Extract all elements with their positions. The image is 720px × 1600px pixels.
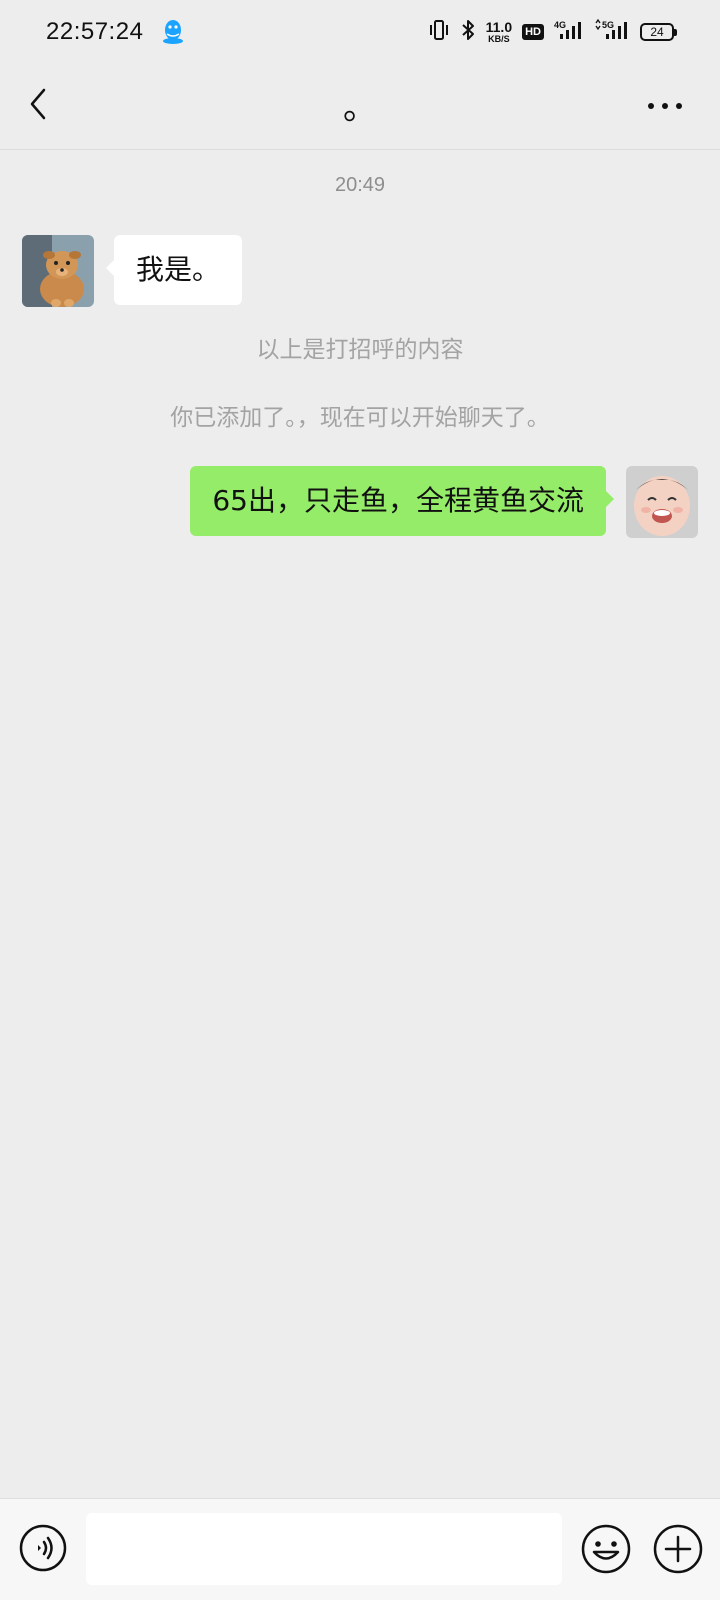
- input-bar: [0, 1498, 720, 1600]
- my-avatar[interactable]: [626, 466, 698, 538]
- voice-input-button[interactable]: [18, 1523, 68, 1573]
- dog-avatar-image: [22, 235, 94, 307]
- nav-bar: 。: [0, 64, 720, 150]
- more-options-button[interactable]: [640, 90, 690, 122]
- more-functions-button[interactable]: [652, 1523, 704, 1575]
- incoming-message-bubble[interactable]: 我是。: [105, 235, 243, 305]
- signal-5g-label: 5G: [602, 20, 614, 30]
- status-time: 22:57:24: [46, 18, 144, 45]
- qq-penguin-icon: [161, 19, 185, 45]
- network-speed-unit: KB/S: [488, 34, 510, 44]
- baby-avatar-image: [626, 466, 698, 538]
- more-dots-icon: [648, 103, 682, 109]
- battery-indicator: 24: [640, 23, 677, 41]
- outgoing-message-text: 65出，只走鱼，全程黄鱼交流: [212, 484, 584, 517]
- system-note-greeting: 以上是打招呼的内容: [256, 337, 464, 363]
- emoji-icon: [581, 1524, 631, 1574]
- status-icons: 11.0 KB/S HD 4G 5G 24: [428, 18, 677, 45]
- incoming-message-text: 我是。: [136, 253, 221, 286]
- outgoing-message-bubble[interactable]: 65出，只走鱼，全程黄鱼交流: [190, 466, 614, 536]
- voice-icon: [19, 1524, 67, 1572]
- signal-5g-icon: 5G: [594, 18, 630, 45]
- chat-title: 。: [343, 88, 377, 128]
- chat-screen: 22:57:24 11.0 KB/S HD 4G 5G 24 。 20:49 我…: [0, 0, 720, 1600]
- system-note-added: 你已添加了。，现在可以开始聊天了。: [170, 405, 550, 431]
- status-bar: 22:57:24 11.0 KB/S HD 4G 5G 24: [0, 0, 720, 64]
- signal-4g-label: 4G: [554, 20, 566, 30]
- bluetooth-icon: [460, 19, 476, 45]
- hd-badge: HD: [522, 24, 544, 40]
- network-speed-value: 11.0: [485, 19, 513, 35]
- message-timestamp: 20:49: [334, 174, 386, 196]
- plus-icon: [653, 1524, 703, 1574]
- signal-4g-icon: 4G: [554, 19, 584, 45]
- contact-avatar[interactable]: [22, 235, 94, 307]
- vibrate-icon: [428, 19, 450, 45]
- message-input[interactable]: [86, 1513, 562, 1585]
- emoji-button[interactable]: [580, 1523, 632, 1575]
- network-speed: 11.0 KB/S: [486, 20, 512, 44]
- message-list[interactable]: 20:49 我是。 以上是打招呼的内容 你已添加了。，现在可以开始聊天了。 65…: [0, 150, 720, 1498]
